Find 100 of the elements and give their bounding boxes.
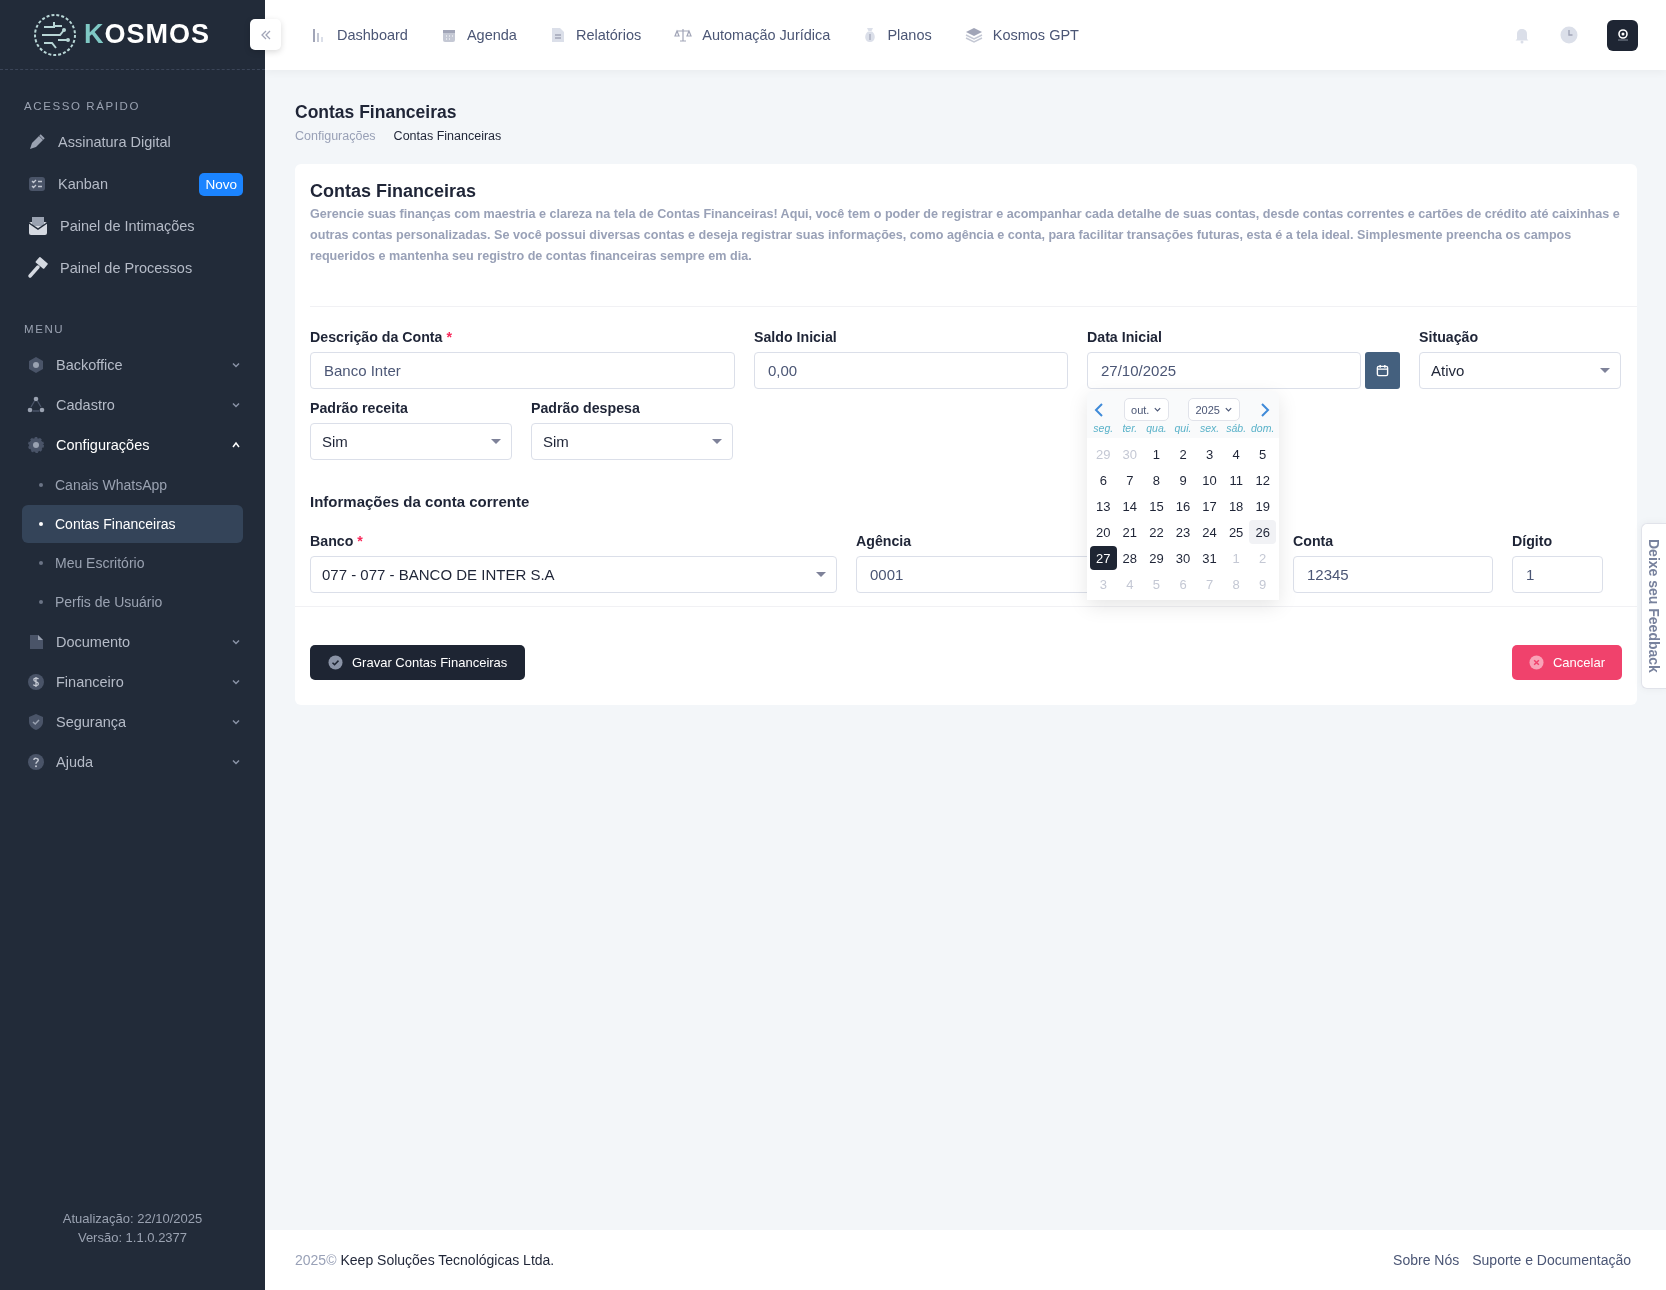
- money-bag-icon: [863, 27, 878, 43]
- new-badge: Novo: [199, 172, 243, 196]
- field-label: Padrão despesa: [531, 400, 640, 416]
- calendar-day[interactable]: 15: [1143, 494, 1170, 518]
- calendar-day[interactable]: 14: [1116, 494, 1144, 518]
- weekday-label: sex.: [1198, 422, 1221, 434]
- sidebar-link[interactable]: Painel de Processos: [60, 260, 193, 276]
- calendar-button[interactable]: [1365, 352, 1400, 389]
- input-field[interactable]: 0,00: [754, 352, 1068, 389]
- question-icon: [27, 753, 45, 771]
- submenu-item[interactable]: Meu Escritório: [22, 544, 243, 582]
- section-title: Informações da conta corrente: [310, 493, 530, 510]
- menu-item[interactable]: Cadastro: [56, 397, 115, 413]
- nav-link[interactable]: Kosmos GPT: [992, 27, 1079, 43]
- sidebar-link[interactable]: Painel de Intimações: [60, 218, 195, 234]
- chevron-down-icon: [1223, 405, 1233, 414]
- calendar-day[interactable]: 12: [1249, 468, 1276, 492]
- select-field[interactable]: Ativo: [1419, 352, 1621, 389]
- avatar-button[interactable]: [1607, 19, 1638, 51]
- footer-link[interactable]: Suporte e Documentação: [1472, 1252, 1631, 1268]
- menu-item[interactable]: Backoffice: [56, 357, 123, 373]
- calendar-day[interactable]: 3: [1196, 442, 1223, 466]
- hammer-icon: [27, 257, 49, 279]
- calendar-icon: [440, 27, 457, 43]
- section-heading: ACESSO RÁPIDO: [23, 100, 142, 112]
- nav-link[interactable]: Relatórios: [575, 27, 642, 43]
- calendar-day[interactable]: 26: [1249, 520, 1276, 544]
- save-button[interactable]: Gravar Contas Financeiras: [310, 645, 526, 680]
- calendar-day[interactable]: 7: [1116, 468, 1144, 492]
- shield-icon: [27, 713, 45, 731]
- calendar-day[interactable]: 2: [1169, 442, 1197, 466]
- input-field[interactable]: Banco Inter: [310, 352, 735, 389]
- select-field[interactable]: Sim: [310, 423, 512, 460]
- chevron-left-icon: [1093, 401, 1105, 418]
- checklist-icon: [27, 174, 47, 194]
- nav-link[interactable]: Planos: [887, 27, 932, 43]
- calendar-day[interactable]: 25: [1222, 520, 1250, 544]
- calendar-day[interactable]: 17: [1196, 494, 1223, 518]
- breadcrumb-item: Contas Financeiras: [393, 129, 502, 143]
- calendar-day[interactable]: 9: [1169, 468, 1197, 492]
- check-circle-icon: [328, 655, 343, 670]
- calendar-day[interactable]: 18: [1222, 494, 1250, 518]
- calendar-day[interactable]: 11: [1222, 468, 1250, 492]
- submenu-item[interactable]: Canais WhatsApp: [22, 466, 243, 504]
- layers-icon: [964, 27, 983, 43]
- footer-link[interactable]: Sobre Nós: [1393, 1252, 1460, 1268]
- field-label: Padrão receita: [310, 400, 408, 416]
- weekday-label: sáb.: [1225, 422, 1248, 434]
- menu-item[interactable]: Financeiro: [56, 674, 124, 690]
- caret-down-icon: [491, 438, 501, 445]
- year-select[interactable]: 2025: [1188, 398, 1240, 421]
- select-field[interactable]: 077 - 077 - BANCO DE INTER S.A: [310, 556, 837, 593]
- weekday-label: qua.: [1145, 422, 1168, 434]
- calendar-day[interactable]: 16: [1169, 494, 1197, 518]
- caret-down-icon: [1600, 367, 1610, 374]
- input-field[interactable]: 1: [1512, 556, 1603, 593]
- calendar-day[interactable]: 21: [1116, 520, 1144, 544]
- calendar-day[interactable]: 22: [1143, 520, 1170, 544]
- calendar-day[interactable]: 1: [1143, 442, 1170, 466]
- version-info: Atualização: 22/10/2025: [61, 1210, 204, 1228]
- date-field[interactable]: 27/10/2025: [1087, 352, 1361, 389]
- calendar-day[interactable]: 8: [1143, 468, 1170, 492]
- feedback-tab[interactable]: Deixe seu Feedback: [1641, 523, 1666, 689]
- calendar-day[interactable]: 23: [1169, 520, 1197, 544]
- submenu-item[interactable]: Contas Financeiras: [22, 505, 243, 543]
- cancel-button[interactable]: Cancelar: [1511, 645, 1622, 680]
- document-icon: [27, 633, 45, 651]
- submenu-item[interactable]: Perfis de Usuário: [22, 583, 243, 621]
- scales-icon: [674, 27, 693, 43]
- menu-item[interactable]: Segurança: [56, 714, 127, 730]
- page-title: Contas Financeiras: [295, 102, 458, 123]
- nav-link[interactable]: Agenda: [466, 27, 517, 43]
- envelope-icon: [27, 215, 49, 237]
- circuit-brain-logo-icon: [32, 11, 78, 58]
- calendar-day[interactable]: 6: [1090, 468, 1117, 492]
- select-field[interactable]: Sim: [531, 423, 733, 460]
- pen-icon: [27, 132, 47, 152]
- nav-link[interactable]: Automação Jurídica: [702, 27, 831, 43]
- nav-link[interactable]: Dashboard: [337, 27, 408, 43]
- calendar-day[interactable]: 27: [1090, 546, 1117, 570]
- calendar-day[interactable]: 19: [1249, 494, 1276, 518]
- calendar-day[interactable]: 13: [1090, 494, 1117, 518]
- bell-icon: [1513, 26, 1531, 44]
- menu-item[interactable]: Documento: [56, 634, 131, 650]
- gear-icon: [27, 436, 45, 454]
- menu-item[interactable]: Ajuda: [56, 754, 94, 770]
- input-field[interactable]: 12345: [1293, 556, 1493, 593]
- sidebar-link[interactable]: Kanban: [58, 176, 108, 192]
- sidebar-link[interactable]: Assinatura Digital: [58, 134, 171, 150]
- calendar-day[interactable]: 5: [1249, 442, 1276, 466]
- field-label: Agência: [856, 533, 912, 549]
- calendar-day[interactable]: 4: [1222, 442, 1250, 466]
- field-label: Data Inicial: [1087, 329, 1162, 345]
- menu-item[interactable]: Configurações: [56, 437, 150, 453]
- calendar-day[interactable]: 10: [1196, 468, 1223, 492]
- required-mark: *: [446, 329, 452, 345]
- calendar-day[interactable]: 20: [1090, 520, 1117, 544]
- chevron-right-icon: [1259, 401, 1271, 418]
- calendar-day[interactable]: 24: [1196, 520, 1223, 544]
- month-select[interactable]: out.: [1124, 398, 1170, 421]
